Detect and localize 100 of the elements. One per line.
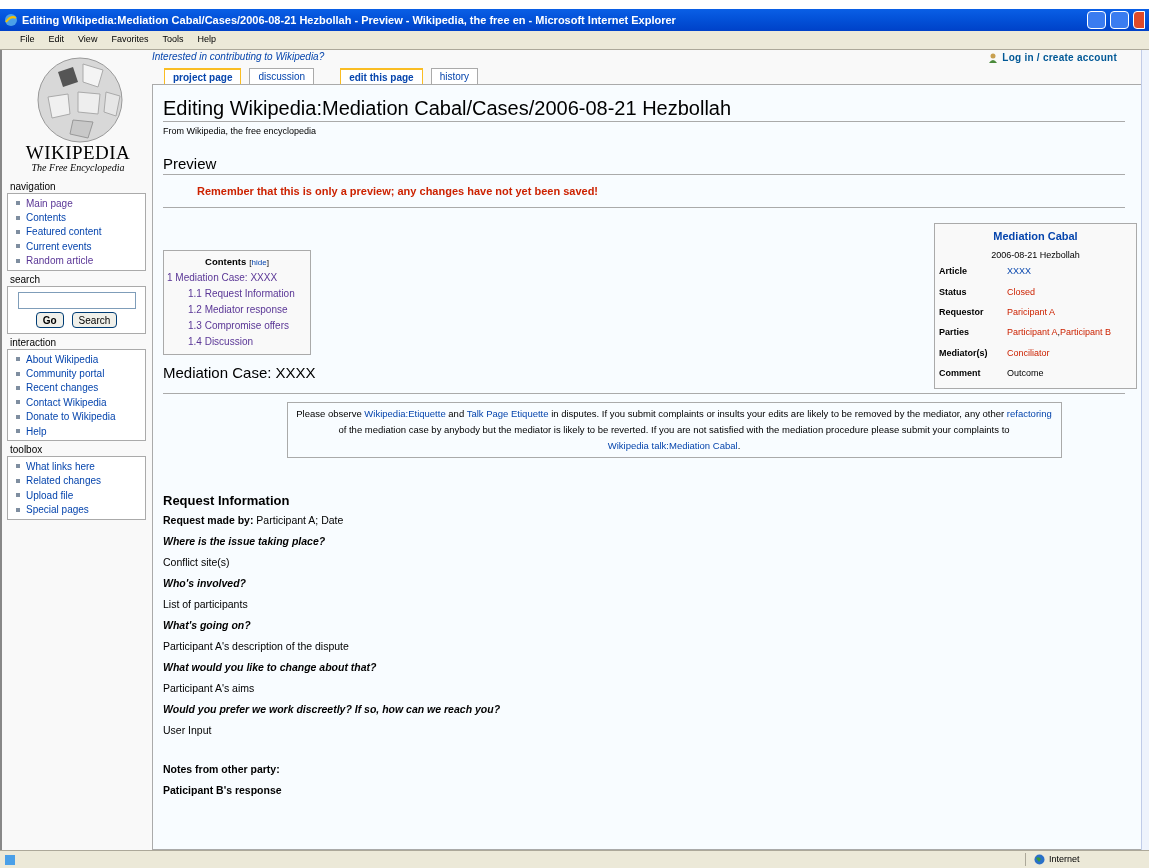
portlet-heading: toolbox xyxy=(9,443,44,457)
restore-button[interactable] xyxy=(1110,11,1129,29)
page-tab[interactable]: project page xyxy=(164,68,242,84)
infobox-label: Status xyxy=(939,285,968,299)
sidebar-link[interactable]: Help xyxy=(26,423,47,439)
infobox-value: Conciliator xyxy=(1007,346,1050,360)
infobox-label: Mediator(s) xyxy=(939,346,989,360)
portlet-heading: search xyxy=(9,272,41,286)
page-tab[interactable]: discussion xyxy=(249,68,315,84)
sidebar-link[interactable]: Current events xyxy=(26,238,92,254)
bullet-icon xyxy=(16,215,20,220)
infobox-value: Outcome xyxy=(1007,366,1044,380)
zone-label: Internet xyxy=(1049,852,1080,866)
body-text: Notes from other party: xyxy=(163,761,281,777)
infobox-value: Paricipant A xyxy=(1007,306,1056,319)
bullet-icon xyxy=(16,400,20,405)
page-heading: Editing Wikipedia:Mediation Cabal/Cases/2006-08-21 Hezbollah xyxy=(163,95,1125,122)
infobox-label: Requestor xyxy=(939,306,985,319)
bullet-icon xyxy=(16,507,20,512)
body-text: Paticipant B's response xyxy=(163,782,283,798)
infobox-subtitle: 2006-08-21 Hezbollah xyxy=(990,248,1081,262)
page-tab[interactable]: edit this page xyxy=(340,68,423,84)
page-tab[interactable]: history xyxy=(430,68,479,84)
bullet-icon xyxy=(16,371,20,376)
infobox-label: Comment xyxy=(939,366,982,380)
bullet-icon xyxy=(16,201,20,206)
login-link[interactable]: Log in / create account xyxy=(988,50,1117,65)
close-button[interactable] xyxy=(1133,11,1145,29)
section-heading: Mediation Case: XXXX xyxy=(163,363,316,383)
search-button[interactable]: Go xyxy=(35,311,64,328)
search-field[interactable] xyxy=(17,291,136,309)
window-title: Editing Wikipedia:Mediation Cabal/Cases/2006-08-21 Hezbollah - Preview - Wikipedia, the free en - Microsoft Internet Explorer xyxy=(22,12,677,28)
toc-bracket: [ xyxy=(249,258,252,267)
infobox-value: Participant A,Participant B xyxy=(1007,326,1112,340)
page-icon xyxy=(4,853,16,866)
sitenotice-link[interactable]: Interested in contributing to Wikipedia? xyxy=(152,50,325,65)
preview-heading: Preview xyxy=(163,153,1125,175)
infobox-value: XXXX xyxy=(1007,265,1031,279)
logo-tagline: The Free Encyclopedia xyxy=(31,162,125,173)
bullet-icon xyxy=(16,429,20,434)
portlet-heading: navigation xyxy=(9,180,57,193)
bullet-icon xyxy=(16,414,20,419)
toc-bracket: ] xyxy=(266,258,269,267)
body-text: Conflict site(s) xyxy=(163,554,231,570)
body-text: What's going on? xyxy=(163,617,252,633)
notice-link[interactable]: refactoring xyxy=(1006,407,1052,419)
sidebar-link[interactable]: Recent changes xyxy=(26,380,99,396)
logo-wordmark: WIKIPEDIA xyxy=(25,144,131,162)
toc-link[interactable]: 1.1 Request Information xyxy=(167,286,307,302)
notice-link[interactable]: Wikipedia:Etiquette xyxy=(364,407,446,419)
menu-item[interactable]: Favorites xyxy=(111,33,149,47)
toc-title: Contents xyxy=(205,256,247,267)
sidebar-link[interactable]: Contents xyxy=(26,210,67,226)
sidebar-link[interactable]: Donate to Wikipedia xyxy=(26,409,116,425)
bullet-icon xyxy=(16,357,20,362)
body-text: Participant A's description of the dispute xyxy=(163,638,350,654)
body-text: What would you like to change about that? xyxy=(163,659,378,675)
sidebar-link[interactable]: Community portal xyxy=(26,366,105,382)
body-text: Where is the issue taking place? xyxy=(163,533,327,549)
sidebar-link[interactable]: Upload file xyxy=(26,487,74,503)
notice-link[interactable]: Talk Page Etiquette xyxy=(466,407,549,419)
notice-link[interactable]: Wikipedia talk:Mediation Cabal xyxy=(607,439,738,451)
body-text: Request made by: Participant A; Date xyxy=(163,512,345,528)
minimize-button[interactable] xyxy=(1087,11,1106,29)
portlet-heading: interaction xyxy=(9,335,58,349)
menu-item[interactable]: Edit xyxy=(48,33,65,47)
menu-item[interactable]: Help xyxy=(197,33,216,47)
infobox-title: Mediation Cabal xyxy=(992,229,1079,244)
menu-item[interactable]: Tools xyxy=(162,33,184,47)
preview-warning: Remember that this is only a preview; any changes have not yet been saved! xyxy=(163,182,1125,208)
toc-link[interactable]: 1.3 Compromise offers xyxy=(167,318,307,334)
sidebar-link[interactable]: Main page xyxy=(26,195,73,211)
sidebar-link[interactable]: What links here xyxy=(26,459,95,474)
body-text: Participant A's aims xyxy=(163,680,256,696)
infobox-value: Closed xyxy=(1007,285,1035,299)
bullet-icon xyxy=(16,244,20,249)
menu-item[interactable]: File xyxy=(20,33,35,47)
sidebar-link[interactable]: Featured content xyxy=(26,224,102,240)
sidebar-link[interactable]: Random article xyxy=(26,253,94,269)
body-text: Who's involved? xyxy=(163,575,247,591)
sidebar-link[interactable]: Contact Wikipedia xyxy=(26,394,107,410)
bullet-icon xyxy=(16,385,20,390)
sidebar-link[interactable]: Special pages xyxy=(26,502,89,518)
bullet-icon xyxy=(16,464,20,469)
toc-link[interactable]: 1.2 Mediator response xyxy=(167,302,307,318)
bullet-icon xyxy=(16,229,20,234)
body-text: Would you prefer we work discreetly? If so, how can we reach you? xyxy=(163,701,502,717)
infobox-label: Article xyxy=(939,265,968,279)
toc-link[interactable]: 1 Mediation Case: XXXX xyxy=(167,270,307,286)
body-text: User Input xyxy=(163,722,213,738)
body-text: List of participants xyxy=(163,596,249,612)
search-button[interactable]: Search xyxy=(71,311,118,328)
toc-link[interactable]: 1.4 Discussion xyxy=(167,334,307,350)
bullet-icon xyxy=(16,258,20,263)
sidebar-link[interactable]: Related changes xyxy=(26,473,102,489)
user-icon xyxy=(988,52,999,63)
browser-icon xyxy=(4,13,18,27)
sidebar-link[interactable]: About Wikipedia xyxy=(26,351,99,367)
bullet-icon xyxy=(16,478,20,483)
menu-item[interactable]: View xyxy=(78,33,98,47)
